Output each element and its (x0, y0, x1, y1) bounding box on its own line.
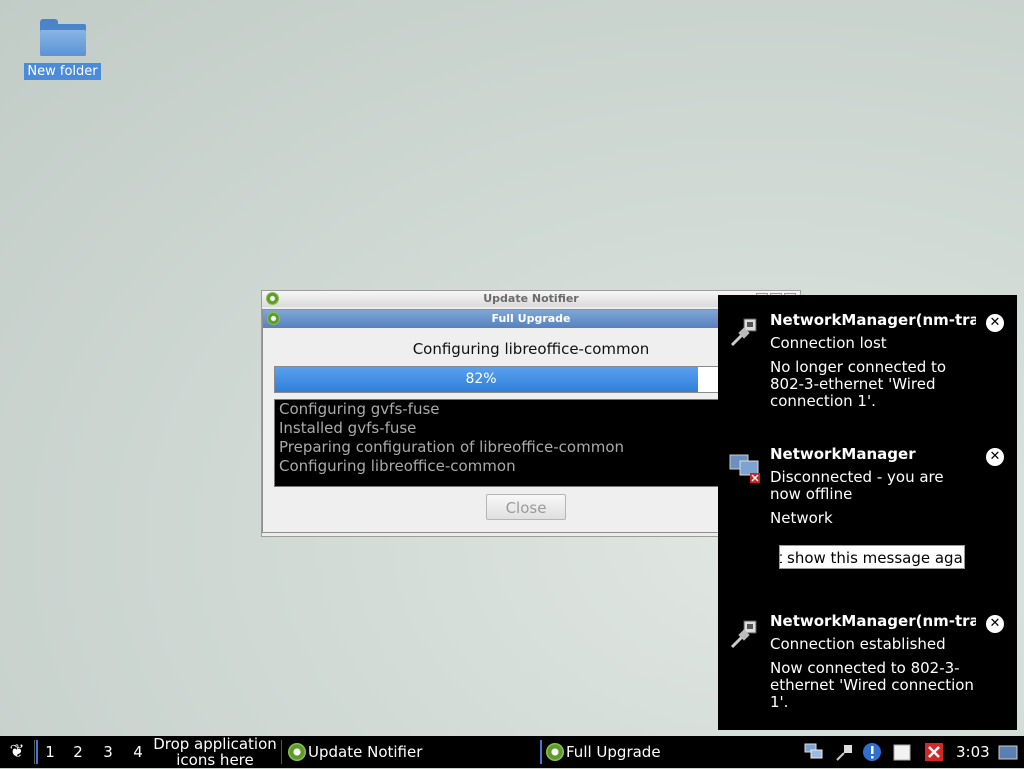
task-full-upgrade[interactable]: Full Upgrade (540, 740, 661, 764)
workspace-2[interactable]: 2 (66, 740, 90, 764)
plug-icon[interactable] (834, 742, 854, 762)
notification-title: NetworkManager (770, 445, 916, 463)
notification-body: Now connected to 802-3-ethernet 'Wired c… (770, 659, 974, 711)
dialog-title: Full Upgrade (491, 312, 571, 325)
network-icon[interactable] (804, 742, 824, 762)
close-icon[interactable]: ✕ (986, 314, 1004, 332)
network-plug-icon (730, 318, 757, 347)
notification-summary: Connection established (770, 635, 946, 653)
network-offline-icon (729, 454, 760, 483)
log-line: Configuring libreoffice-common (279, 457, 516, 475)
close-red-icon[interactable] (924, 742, 944, 762)
update-gear-icon (288, 743, 306, 761)
update-gear-icon (267, 312, 280, 325)
log-line: Preparing configuration of libreoffice-c… (279, 438, 625, 456)
clock[interactable]: 3:03 (956, 736, 990, 768)
window-title: Update Notifier (483, 292, 579, 305)
notification-body: Network (770, 509, 833, 527)
task-label: Update Notifier (308, 743, 423, 761)
launcher-drop-zone[interactable]: Drop application icons here (152, 736, 278, 768)
show-desktop-icon[interactable] (998, 742, 1018, 762)
close-icon[interactable]: ✕ (986, 448, 1004, 466)
dont-show-again-button[interactable]: Don't show this message again (779, 545, 965, 569)
task-label: Full Upgrade (566, 743, 661, 761)
start-menu-icon[interactable]: ❦ (6, 741, 28, 763)
workspace-4[interactable]: 4 (126, 740, 150, 764)
notification-summary: Disconnected - you are now offline (770, 468, 944, 503)
log-line: Configuring gvfs-fuse (279, 400, 440, 418)
update-gear-icon (266, 292, 279, 305)
notification-panel: NetworkManager(nm-tra Connection lost No… (718, 295, 1017, 730)
notification-title: NetworkManager(nm-tra (770, 612, 976, 630)
close-button[interactable]: Close (486, 494, 566, 520)
update-gear-icon (546, 743, 564, 761)
progress-bar: 82% (274, 366, 792, 393)
progress-label: 82% (465, 371, 497, 387)
network-plug-icon (730, 620, 757, 649)
task-update-notifier[interactable]: Update Notifier (284, 740, 422, 764)
desktop-icon-label: New folder (24, 63, 101, 80)
log-line: Installed gvfs-fuse (279, 419, 417, 437)
close-icon[interactable]: ✕ (986, 615, 1004, 633)
notification-body: No longer connected to 802-3-ethernet 'W… (770, 358, 947, 410)
info-icon[interactable] (862, 742, 882, 762)
workspace-3[interactable]: 3 (96, 740, 120, 764)
notification-title: NetworkManager(nm-tra (770, 311, 976, 329)
taskbar: ❦ 1 2 3 4 Drop application icons here Up… (0, 736, 1024, 768)
clipboard-icon[interactable] (892, 742, 912, 762)
desktop-icon-new-folder[interactable]: New folder (24, 14, 101, 80)
workspace-1[interactable]: 1 (36, 740, 62, 764)
notification-summary: Connection lost (770, 334, 887, 352)
folder-icon (39, 16, 86, 56)
log-output: Configuring gvfs-fuse Installed gvfs-fus… (274, 399, 790, 487)
